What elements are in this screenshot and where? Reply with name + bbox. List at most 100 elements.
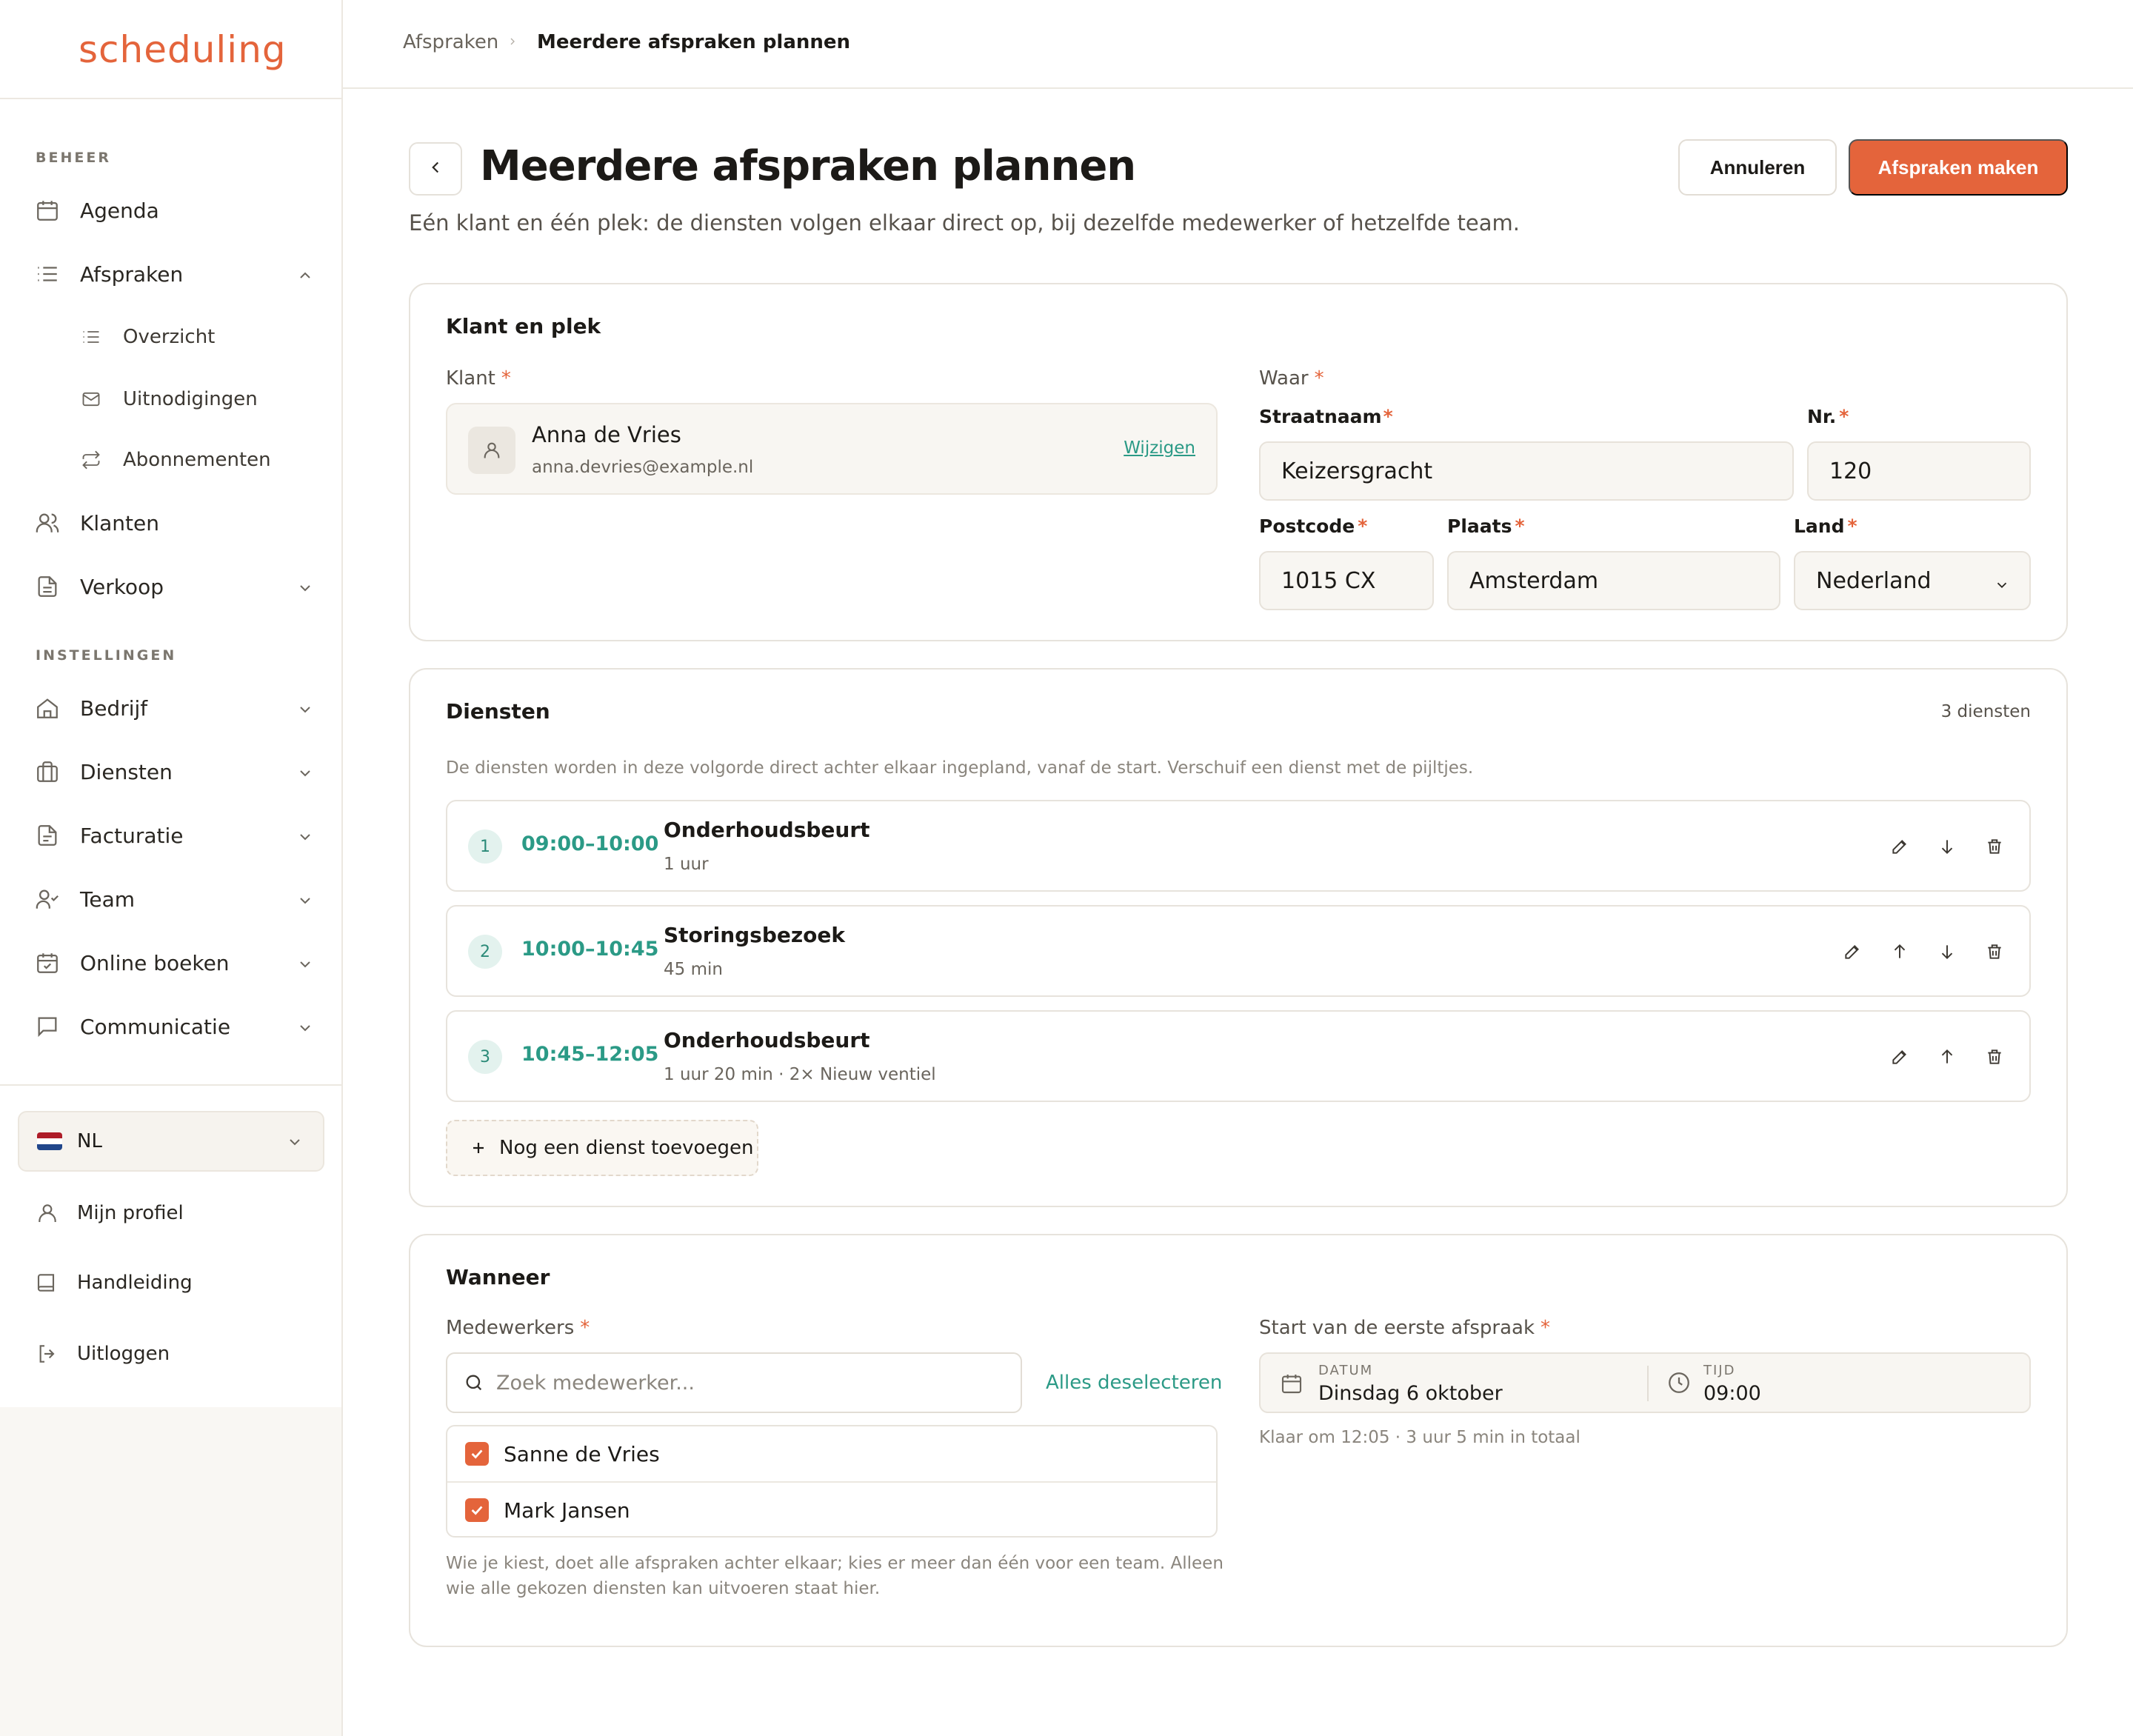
cancel-button[interactable]: Annuleren	[1678, 139, 1837, 196]
edit-icon[interactable]	[1840, 939, 1865, 964]
plaats-label: Plaats *	[1447, 515, 1525, 537]
page-subtitle: Eén klant en één plek: de diensten volge…	[409, 210, 1520, 236]
add-service-button[interactable]: Nog een dienst toevoegen	[446, 1120, 758, 1176]
sidebar: scheduling BEHEER Agenda Afspraken Overz…	[0, 0, 343, 1736]
trash-icon[interactable]	[1982, 939, 2007, 964]
start-datetime-picker: DATUM Dinsdag 6 oktober TIJD 09:00	[1259, 1352, 2031, 1413]
service-row: 2 10:00–10:45 Storingsbezoek 45 min	[446, 905, 2031, 997]
required-mark: *	[580, 1317, 590, 1339]
waar-label-text: Waar	[1259, 367, 1309, 390]
checkbox-checked-icon[interactable]	[465, 1442, 489, 1466]
huisnummer-input[interactable]: 120	[1807, 441, 2031, 501]
wanneer-card: Wanneer Medewerkers * Zoek medewerker... …	[409, 1234, 2068, 1647]
required-mark: *	[1515, 515, 1525, 537]
service-time: 10:45–12:05	[521, 1043, 659, 1066]
plaats-input[interactable]: Amsterdam	[1447, 551, 1780, 610]
trash-icon[interactable]	[1982, 834, 2007, 859]
employee-search[interactable]: Zoek medewerker...	[446, 1352, 1022, 1413]
handleiding-link[interactable]: Handleiding	[33, 1262, 193, 1303]
sidebar-subitem-label: Abonnementen	[123, 449, 271, 471]
sidebar-item-label: Agenda	[80, 198, 159, 223]
required-mark: *	[1314, 367, 1324, 390]
employee-item[interactable]: Mark Jansen	[447, 1483, 1216, 1538]
diensten-description: De diensten worden in deze volgorde dire…	[446, 758, 1474, 778]
sidebar-subitem-uitnodigingen[interactable]: Uitnodigingen	[79, 381, 258, 418]
sidebar-item-bedrijf[interactable]: Bedrijf	[33, 686, 314, 730]
chevron-down-icon	[286, 1133, 304, 1156]
uitloggen-link[interactable]: Uitloggen	[33, 1333, 170, 1375]
postcode-label: Postcode *	[1259, 515, 1367, 537]
repeat-icon	[79, 447, 104, 473]
flag-nl-icon	[37, 1132, 62, 1150]
sidebar-item-facturatie[interactable]: Facturatie	[33, 813, 314, 858]
sidebar-item-label: Facturatie	[80, 823, 184, 848]
sidebar-item-communicatie[interactable]: Communicatie	[33, 1004, 314, 1049]
chevron-up-icon	[296, 265, 314, 283]
edit-icon[interactable]	[1887, 1044, 1912, 1069]
search-input-placeholder: Zoek medewerker...	[496, 1371, 695, 1395]
arrow-down-icon[interactable]	[1935, 939, 1960, 964]
arrow-down-icon[interactable]	[1935, 834, 1960, 859]
breadcrumb-parent[interactable]: Afspraken	[403, 31, 498, 53]
section-label-instellingen: INSTELLINGEN	[36, 647, 177, 664]
user-icon	[468, 427, 515, 474]
edit-icon[interactable]	[1887, 834, 1912, 859]
list-icon	[79, 324, 104, 350]
search-icon	[464, 1372, 484, 1393]
arrow-up-icon[interactable]	[1887, 939, 1912, 964]
medewerkers-label: Medewerkers *	[446, 1317, 590, 1339]
arrow-up-icon[interactable]	[1935, 1044, 1960, 1069]
users-icon	[33, 508, 62, 538]
chevron-down-icon	[296, 827, 314, 844]
language-selector[interactable]: NL	[18, 1111, 324, 1172]
client-name: Anna de Vries	[532, 422, 681, 447]
straatnaam-input[interactable]: Keizersgracht	[1259, 441, 1794, 501]
employee-name: Sanne de Vries	[504, 1441, 660, 1466]
checkbox-checked-icon[interactable]	[465, 1498, 489, 1522]
land-select[interactable]: Nederland	[1794, 551, 2031, 610]
foot-item-label: Uitloggen	[77, 1343, 170, 1365]
straatnaam-label: Straatnaam*	[1259, 406, 1393, 427]
employee-name: Mark Jansen	[504, 1498, 630, 1523]
sidebar-item-afspraken[interactable]: Afspraken	[33, 252, 314, 296]
language-label: NL	[77, 1130, 102, 1152]
change-client-link[interactable]: Wijzigen	[1124, 438, 1195, 458]
required-mark: *	[1847, 515, 1857, 537]
tijd-value[interactable]: 09:00	[1703, 1382, 1761, 1405]
datum-value[interactable]: Dinsdag 6 oktober	[1318, 1382, 1503, 1405]
sidebar-item-klanten[interactable]: Klanten	[33, 501, 314, 545]
sidebar-subitem-label: Overzicht	[123, 326, 216, 348]
sidebar-subitem-label: Uitnodigingen	[123, 388, 258, 410]
postcode-input[interactable]: 1015 CX	[1259, 551, 1434, 610]
land-label: Land *	[1794, 515, 1857, 537]
chevron-down-icon	[296, 1018, 314, 1035]
tijd-label: TIJD	[1703, 1363, 1736, 1378]
sidebar-item-agenda[interactable]: Agenda	[33, 188, 314, 233]
sidebar-item-verkoop[interactable]: Verkoop	[33, 564, 314, 609]
card-title: Wanneer	[446, 1265, 550, 1289]
trash-icon[interactable]	[1982, 1044, 2007, 1069]
app-logo[interactable]: scheduling	[79, 28, 287, 71]
sidebar-subitem-abonnementen[interactable]: Abonnementen	[79, 441, 271, 478]
sidebar-item-label: Diensten	[80, 759, 173, 784]
logout-icon	[33, 1339, 62, 1369]
required-mark: *	[1540, 1317, 1551, 1339]
sidebar-subitem-overzicht[interactable]: Overzicht	[79, 318, 215, 355]
mijn-profiel-link[interactable]: Mijn profiel	[33, 1192, 184, 1234]
invoice-icon	[33, 821, 62, 850]
chevron-down-icon	[1994, 573, 2010, 599]
sidebar-item-diensten[interactable]: Diensten	[33, 750, 314, 794]
postcode-label-text: Postcode	[1259, 515, 1355, 537]
sidebar-item-label: Klanten	[80, 510, 159, 535]
back-button[interactable]	[409, 142, 462, 196]
employee-item[interactable]: Sanne de Vries	[447, 1426, 1216, 1481]
book-icon	[33, 1268, 62, 1298]
section-label-beheer: BEHEER	[36, 150, 111, 166]
sidebar-item-online-boeken[interactable]: Online boeken	[33, 941, 314, 985]
land-label-text: Land	[1794, 515, 1845, 537]
deselect-all-link[interactable]: Alles deselecteren	[1046, 1372, 1222, 1394]
page-title: Meerdere afspraken plannen	[480, 142, 1136, 190]
service-time: 09:00–10:00	[521, 832, 659, 855]
sidebar-item-team[interactable]: Team	[33, 877, 314, 921]
create-appointments-button[interactable]: Afspraken maken	[1849, 139, 2068, 196]
